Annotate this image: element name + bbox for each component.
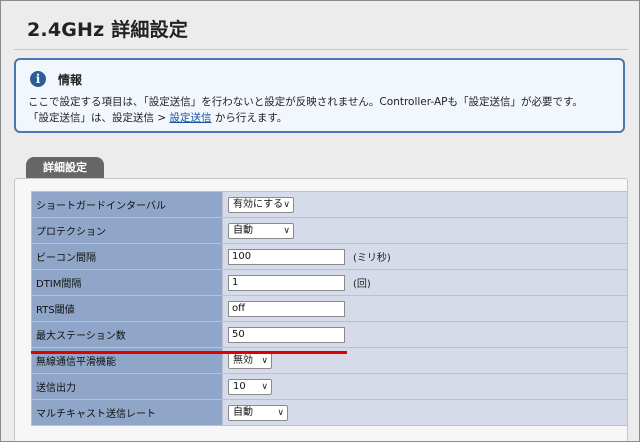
settings-send-link[interactable]: 設定送信: [169, 112, 211, 124]
dtim-interval-unit: (回): [353, 279, 371, 290]
protection-value: 自動: [233, 224, 253, 236]
max-stations-input[interactable]: 50: [228, 326, 345, 343]
highlight-underline: [31, 351, 347, 354]
info-text-suffix: から行えます。: [211, 112, 288, 124]
table-row: ビーコン間隔 100 (ミリ秒): [31, 243, 628, 270]
transmit-power-cell: 10 ∨: [222, 373, 628, 400]
rts-threshold-cell: off: [222, 295, 628, 322]
table-row: ショートガードインターバル 有効にする ∨: [31, 191, 628, 218]
info-icon: i: [30, 71, 46, 87]
multicast-rate-select[interactable]: 自動 ∨: [228, 404, 288, 421]
transmit-power-label: 送信出力: [31, 373, 223, 400]
protection-select[interactable]: 自動 ∨: [228, 222, 294, 239]
info-text-line-1: ここで設定する項目は、「設定送信」を行わないと設定が反映されません。Contro…: [28, 96, 583, 108]
settings-table: ショートガードインターバル 有効にする ∨ プロテクション 自動 ∨ ビーコン間隔 …: [31, 191, 628, 426]
table-row: RTS閾値 off: [31, 295, 628, 322]
multicast-rate-value: 自動: [233, 406, 253, 418]
chevron-down-icon: ∨: [261, 381, 268, 392]
tab-advanced-settings[interactable]: 詳細設定: [26, 157, 104, 178]
wireless-smoothing-select[interactable]: 無効 ∨: [228, 352, 272, 369]
transmit-power-value: 10: [233, 380, 246, 392]
rts-threshold-label: RTS閾値: [31, 295, 223, 322]
info-heading: 情報: [58, 73, 83, 87]
window-frame: 2.4GHz 詳細設定 i 情報 ここで設定する項目は、「設定送信」を行わないと…: [0, 0, 640, 442]
short-guard-interval-value: 有効にする: [233, 198, 284, 210]
dtim-interval-cell: 1 (回): [222, 269, 628, 296]
max-stations-label: 最大ステーション数: [31, 321, 223, 348]
info-text-line-2: 「設定送信」は、設定送信 > 設定送信 から行えます。: [28, 110, 287, 125]
rts-threshold-input[interactable]: off: [228, 300, 345, 317]
title-divider: [14, 49, 628, 50]
max-stations-cell: 50: [222, 321, 628, 348]
dtim-interval-input[interactable]: 1: [228, 274, 345, 291]
multicast-rate-label: マルチキャスト送信レート: [31, 399, 223, 426]
info-box: i 情報 ここで設定する項目は、「設定送信」を行わないと設定が反映されません。C…: [14, 58, 625, 133]
chevron-down-icon: ∨: [283, 199, 290, 210]
table-row: 最大ステーション数 50: [31, 321, 628, 348]
dtim-interval-label: DTIM間隔: [31, 269, 223, 296]
beacon-interval-label: ビーコン間隔: [31, 243, 223, 270]
table-row: プロテクション 自動 ∨: [31, 217, 628, 244]
wireless-smoothing-value: 無効: [233, 354, 253, 366]
short-guard-interval-cell: 有効にする ∨: [222, 191, 628, 218]
protection-label: プロテクション: [31, 217, 223, 244]
table-row: マルチキャスト送信レート 自動 ∨: [31, 399, 628, 426]
page-title: 2.4GHz 詳細設定: [27, 19, 189, 41]
beacon-interval-cell: 100 (ミリ秒): [222, 243, 628, 270]
beacon-interval-unit: (ミリ秒): [353, 253, 391, 264]
short-guard-interval-label: ショートガードインターバル: [31, 191, 223, 218]
info-text-prefix: 「設定送信」は、設定送信 >: [28, 112, 170, 124]
chevron-down-icon: ∨: [261, 355, 268, 366]
beacon-interval-input[interactable]: 100: [228, 248, 345, 265]
multicast-rate-cell: 自動 ∨: [222, 399, 628, 426]
table-row: 送信出力 10 ∨: [31, 373, 628, 400]
chevron-down-icon: ∨: [277, 407, 284, 418]
transmit-power-select[interactable]: 10 ∨: [228, 378, 272, 395]
chevron-down-icon: ∨: [283, 225, 290, 236]
short-guard-interval-select[interactable]: 有効にする ∨: [228, 196, 294, 213]
protection-cell: 自動 ∨: [222, 217, 628, 244]
table-row: DTIM間隔 1 (回): [31, 269, 628, 296]
